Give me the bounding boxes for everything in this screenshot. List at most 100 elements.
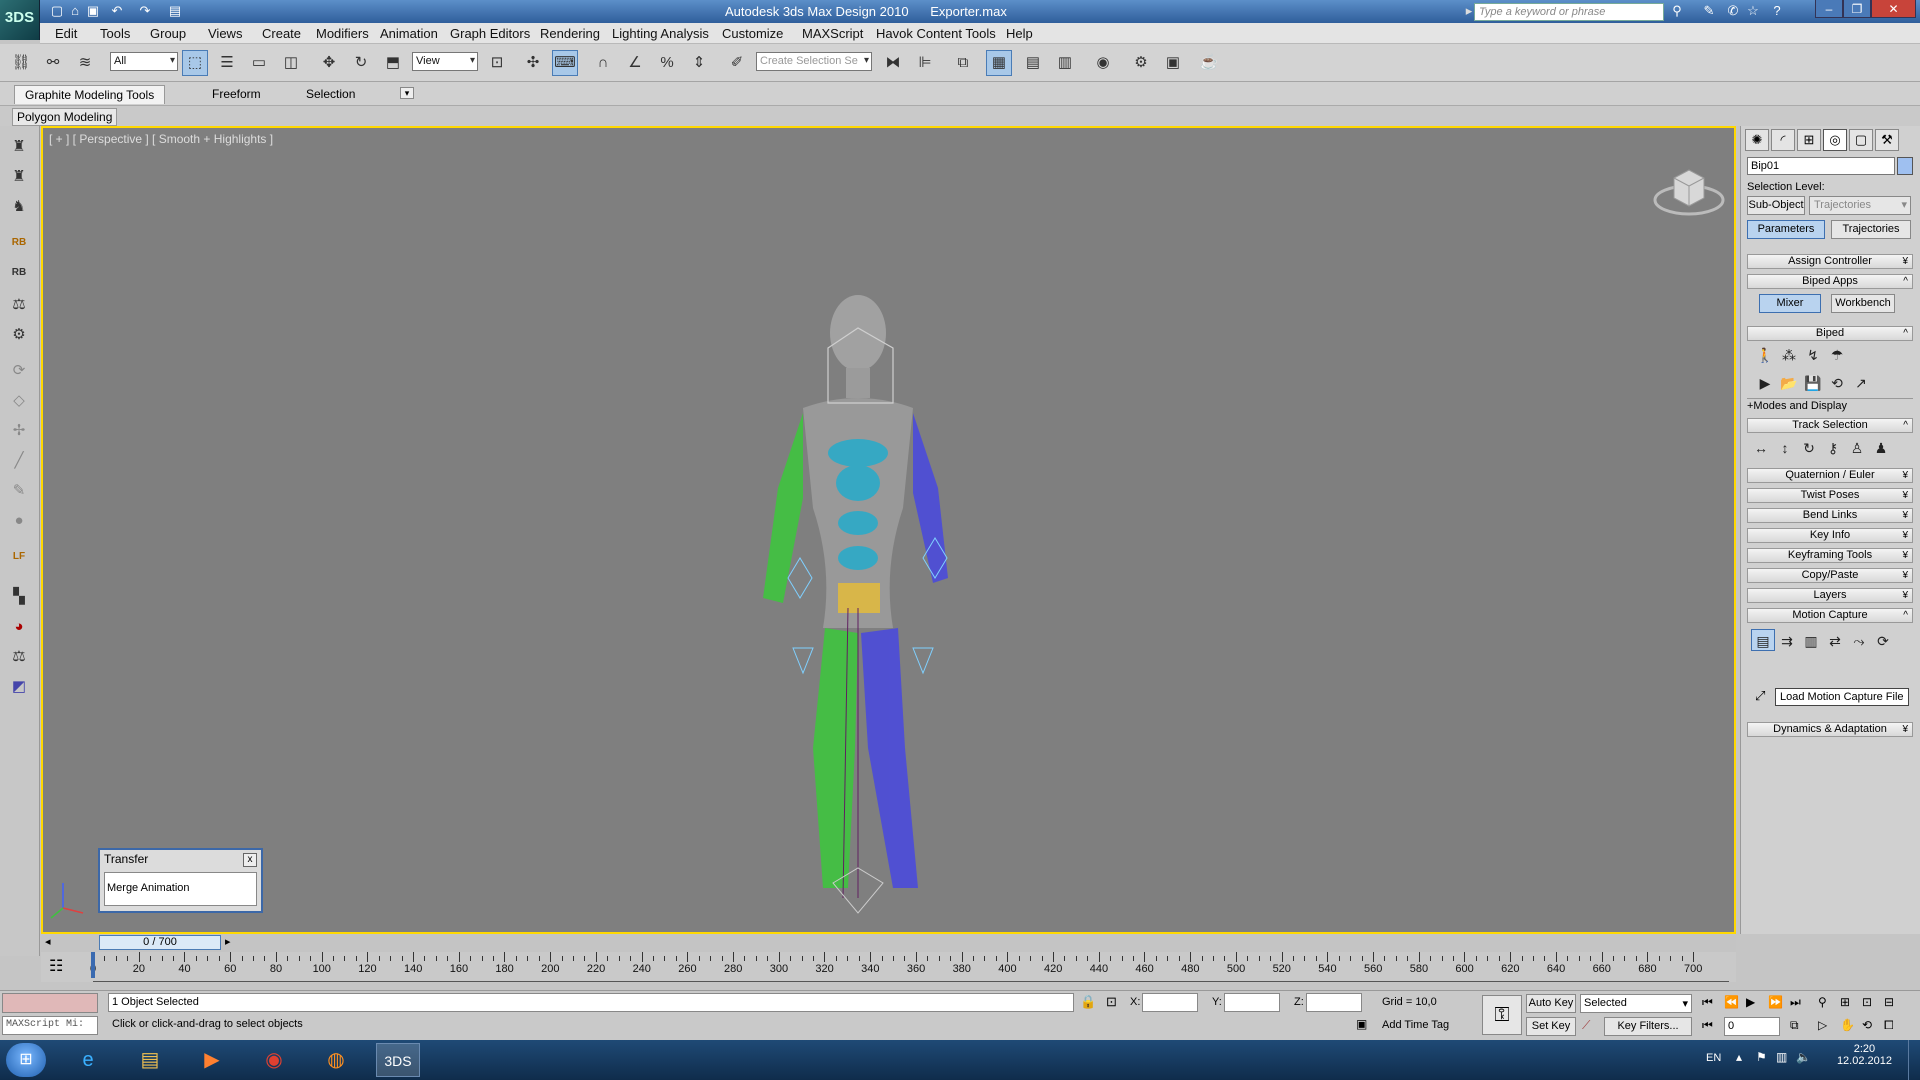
save-icon[interactable]: ▣ [84,2,102,20]
rollout-layers[interactable]: Layers ¥ [1747,588,1913,603]
file-explorer-icon[interactable]: ▤ [128,1043,172,1077]
select-object-icon[interactable]: ⬚ [182,50,208,76]
spinner-snap-icon[interactable]: ⇕ [686,50,712,76]
volume-icon[interactable]: 🔈 [1796,1050,1811,1064]
menu-modifiers[interactable]: Modifiers [316,26,369,41]
key-selection-dropdown[interactable]: Selected ▾ [1580,994,1692,1013]
internet-explorer-icon[interactable]: e [66,1043,110,1077]
biped-playback-icon[interactable]: ▶ [1753,372,1777,394]
play-icon[interactable]: ▶ [1746,995,1755,1009]
rotate-icon[interactable]: ↻ [348,50,374,76]
rollout-motion-capture[interactable]: Motion Capture ^ [1747,608,1913,623]
show-buffer-trajectory-icon[interactable]: ⤳ [1847,630,1871,652]
load-motion-capture-icon[interactable]: ▤ [1751,629,1775,651]
menu-lighting-analysis[interactable]: Lighting Analysis [612,26,709,41]
cloth-icon[interactable]: ✎ [6,478,32,504]
previous-frame-icon[interactable]: ⏪ [1724,995,1739,1009]
z-coordinate-field[interactable] [1306,993,1362,1012]
preview-sphere-icon[interactable]: ◕ [6,614,32,640]
rollout-track-selection[interactable]: Track Selection ^ [1747,418,1913,433]
load-file-icon[interactable]: 📂 [1777,372,1801,394]
selection-lock-icon[interactable]: 🔒 [1080,994,1096,1010]
time-configuration-icon[interactable]: ⧉ [1790,1018,1799,1033]
current-frame-marker[interactable] [91,952,95,978]
schematic-view-icon[interactable]: ▥ [1052,50,1078,76]
show-buffer-icon[interactable]: ⇄ [1823,630,1847,652]
opposite-icon[interactable]: ♟ [1869,437,1893,459]
rollout-keyframing-tools[interactable]: Keyframing Tools ¥ [1747,548,1913,563]
undo-icon[interactable]: ↶ [108,2,126,20]
minimize-button[interactable]: – [1815,0,1843,18]
layer-manager-icon[interactable]: ⧉ [950,50,976,76]
x-coordinate-field[interactable] [1142,993,1198,1012]
zoom-all-icon[interactable]: ⊞ [1840,995,1850,1009]
select-by-name-icon[interactable]: ☰ [214,50,240,76]
mixer-button[interactable]: Mixer [1759,294,1821,313]
action-center-flag-icon[interactable]: ⚑ [1756,1050,1767,1064]
unlink-icon[interactable]: ⚯ [40,50,66,76]
scale-icon[interactable]: ⬒ [380,50,406,76]
open-mini-curve-editor-icon[interactable]: ☷ [49,956,63,976]
search-input[interactable]: Type a keyword or phrase [1474,3,1664,21]
absolute-mode-icon[interactable]: ⊡ [1106,994,1117,1010]
set-key-mode-key-icon[interactable]: ⚿ [1482,995,1522,1035]
firefox-icon[interactable]: ◍ [314,1043,358,1077]
close-icon[interactable]: x [243,853,257,867]
menu-rendering[interactable]: Rendering [540,26,600,41]
go-to-start-icon[interactable]: ⏮ [1702,995,1713,1010]
polygon-modeling-panel[interactable]: Polygon Modeling [12,108,118,126]
open-file-icon[interactable]: ⌂ [66,2,84,20]
manipulate-icon[interactable]: ✣ [520,50,546,76]
merge-animation-field[interactable]: Merge Animation [104,872,257,906]
chrome-icon[interactable]: ◉ [252,1043,296,1077]
move-all-mode-icon[interactable]: ↗ [1849,372,1873,394]
object-name-field[interactable]: Bip01 [1747,157,1895,175]
binoculars-icon[interactable]: ⚲ [1668,2,1686,20]
graphite-toggle-icon[interactable]: ▦ [986,50,1012,76]
figure-mode-icon[interactable]: 🚶 [1753,344,1777,366]
subscription-icon[interactable]: ✎ [1700,2,1718,20]
ribbon-options-icon[interactable]: ▾ [400,87,414,99]
tab-selection[interactable]: Selection [296,85,365,104]
default-tangents-icon[interactable]: ⟋ [1582,1018,1590,1033]
align-icon[interactable]: ⊫ [912,50,938,76]
rollout-copy-paste[interactable]: Copy/Paste ¥ [1747,568,1913,583]
material-editor-icon[interactable]: ◉ [1090,50,1116,76]
plane-icon[interactable]: ◇ [6,388,32,414]
snap-toggle-icon[interactable]: ∩ [590,50,616,76]
rendered-frame-window-icon[interactable]: ▣ [1160,50,1186,76]
show-desktop-button[interactable] [1908,1040,1920,1080]
menu-views[interactable]: Views [208,26,242,41]
spring-icon[interactable]: ⟳ [6,358,32,384]
rollout-bend-links[interactable]: Bend Links ¥ [1747,508,1913,523]
go-to-end-icon[interactable]: ⏭ [1790,995,1801,1010]
move-icon[interactable]: ✥ [316,50,342,76]
motion-flow-icon[interactable]: ↯ [1801,344,1825,366]
next-frame-icon[interactable]: ⏩ [1768,995,1783,1009]
paste-from-buffer-icon[interactable]: ▥ [1799,630,1823,652]
fan-icon[interactable]: ✢ [6,418,32,444]
menu-maxscript[interactable]: MAXScript [802,26,863,41]
rollout-dynamics-adaptation[interactable]: Dynamics & Adaptation ¥ [1747,722,1913,737]
close-button[interactable]: ✕ [1871,0,1916,18]
menu-edit[interactable]: Edit [55,26,77,41]
angle-snap-icon[interactable]: ∠ [622,50,648,76]
maxscript-mini-listener[interactable]: MAXScript Mi: [2,1016,98,1035]
body-rotation-icon[interactable]: ↻ [1797,437,1821,459]
character-tool-icon[interactable]: ♜ [6,134,32,160]
orbit-icon[interactable]: ⟲ [1862,1018,1872,1032]
set-key-button[interactable]: Set Key [1526,1017,1576,1036]
edit-named-selection-icon[interactable]: ✐ [724,50,750,76]
rollout-quaternion-euler[interactable]: Quaternion / Euler ¥ [1747,468,1913,483]
percent-snap-icon[interactable]: % [654,50,680,76]
render-production-icon[interactable]: ☕ [1196,50,1222,76]
rope-icon[interactable]: ╱ [6,448,32,474]
character-tool-3-icon[interactable]: ♞ [6,194,32,220]
create-tab-icon[interactable]: ✺ [1745,129,1769,151]
mixer-mode-icon[interactable]: ☂ [1825,344,1849,366]
time-slider-thumb[interactable]: 0 / 700 [99,935,221,950]
field-of-view-icon[interactable]: ▷ [1818,1018,1827,1032]
language-indicator[interactable]: EN [1706,1052,1721,1064]
trajectories-button[interactable]: Trajectories [1831,220,1911,239]
convert-icon[interactable]: ⟲ [1825,372,1849,394]
